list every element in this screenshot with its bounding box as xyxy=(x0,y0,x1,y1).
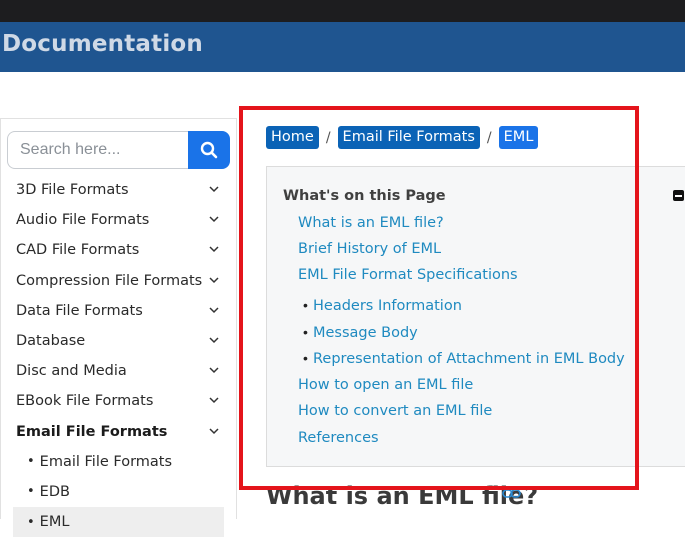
bullet: • xyxy=(303,297,308,313)
sidebar-item-3d-file-formats[interactable]: 3D File Formats xyxy=(1,175,236,205)
toc-link-message-body[interactable]: Message Body xyxy=(313,325,418,341)
bullet: • xyxy=(303,324,308,340)
toc-link-how-to-open[interactable]: How to open an EML file xyxy=(298,377,473,393)
sidebar-item-label: Disc and Media xyxy=(16,363,127,380)
sidebar-item-label: Audio File Formats xyxy=(16,212,150,229)
sidebar-item-database[interactable]: Database xyxy=(1,326,236,356)
search-bar xyxy=(7,131,230,169)
site-brand[interactable]: Documentation xyxy=(2,31,203,57)
sidebar-item-label: Database xyxy=(16,333,86,350)
sidebar-item-email-file-formats[interactable]: Email File Formats xyxy=(1,417,236,447)
sidebar-item-cad-file-formats[interactable]: CAD File Formats xyxy=(1,235,236,265)
chevron-down-icon[interactable] xyxy=(208,394,220,406)
site-header: Documentation xyxy=(0,22,685,72)
table-of-contents: What's on this Page What is an EML file?… xyxy=(266,166,685,467)
collapse-toggle-icon[interactable] xyxy=(673,190,684,201)
section-heading: What is an EML file? xyxy=(266,482,539,510)
breadcrumb-separator: / xyxy=(486,129,492,146)
sidebar-item-label: 3D File Formats xyxy=(16,182,129,199)
sidebar-item-data-file-formats[interactable]: Data File Formats xyxy=(1,296,236,326)
sidebar-subitem-edb[interactable]: • EDB xyxy=(1,477,236,507)
sidebar-item-disc-and-media[interactable]: Disc and Media xyxy=(1,356,236,386)
bullet: • xyxy=(27,514,35,530)
bullet: • xyxy=(27,454,35,470)
toc-link-how-to-convert[interactable]: How to convert an EML file xyxy=(298,403,492,419)
chevron-down-icon[interactable] xyxy=(208,425,220,437)
search-input[interactable] xyxy=(7,131,189,169)
top-bar xyxy=(0,0,685,22)
bullet: • xyxy=(303,350,308,366)
toc-link-headers-information[interactable]: Headers Information xyxy=(313,298,462,314)
sidebar-item-label: Data File Formats xyxy=(16,302,143,319)
toc-link-brief-history[interactable]: Brief History of EML xyxy=(298,241,441,257)
sidebar-item-label: Email File Formats xyxy=(16,423,168,440)
link-icon[interactable] xyxy=(502,487,522,501)
breadcrumb-home[interactable]: Home xyxy=(266,126,319,149)
sidebar-subitem-email-file-formats[interactable]: • Email File Formats xyxy=(1,447,236,477)
chevron-down-icon[interactable] xyxy=(208,334,220,346)
sidebar-item-ebook-file-formats[interactable]: EBook File Formats xyxy=(1,386,236,416)
toc-link-references[interactable]: References xyxy=(298,430,379,446)
sidebar-subitem-label: Email File Formats xyxy=(39,453,173,470)
breadcrumb-separator: / xyxy=(325,129,331,146)
sidebar-nav: 3D File Formats Audio File Formats CAD F… xyxy=(1,175,236,537)
toc-link-what-is-eml[interactable]: What is an EML file? xyxy=(298,215,444,231)
chevron-down-icon[interactable] xyxy=(208,243,220,255)
sidebar-item-label: CAD File Formats xyxy=(16,242,140,259)
breadcrumb: Home / Email File Formats / EML xyxy=(266,126,539,149)
chevron-down-icon[interactable] xyxy=(208,213,220,225)
chevron-down-icon[interactable] xyxy=(208,304,220,316)
toc-title: What's on this Page xyxy=(283,188,446,204)
sidebar-subitem-label: EDB xyxy=(39,483,70,500)
sidebar-subitem-eml[interactable]: • EML xyxy=(13,507,224,537)
breadcrumb-email-file-formats[interactable]: Email File Formats xyxy=(337,126,480,149)
sidebar-subitem-label: EML xyxy=(39,514,70,531)
sidebar-item-label: EBook File Formats xyxy=(16,393,154,410)
chevron-down-icon[interactable] xyxy=(208,183,220,195)
chevron-down-icon[interactable] xyxy=(208,364,220,376)
sidebar-item-compression-file-formats[interactable]: Compression File Formats xyxy=(1,266,236,296)
search-icon xyxy=(200,141,218,159)
sidebar-item-audio-file-formats[interactable]: Audio File Formats xyxy=(1,205,236,235)
search-button[interactable] xyxy=(188,131,230,169)
sidebar-item-label: Compression File Formats xyxy=(16,272,203,289)
breadcrumb-eml[interactable]: EML xyxy=(498,126,539,149)
sidebar: 3D File Formats Audio File Formats CAD F… xyxy=(0,118,237,537)
bullet: • xyxy=(27,484,35,500)
chevron-down-icon[interactable] xyxy=(208,274,220,286)
toc-link-specifications[interactable]: EML File Format Specifications xyxy=(298,267,518,283)
toc-link-attachment-representation[interactable]: Representation of Attachment in EML Body xyxy=(313,351,625,367)
